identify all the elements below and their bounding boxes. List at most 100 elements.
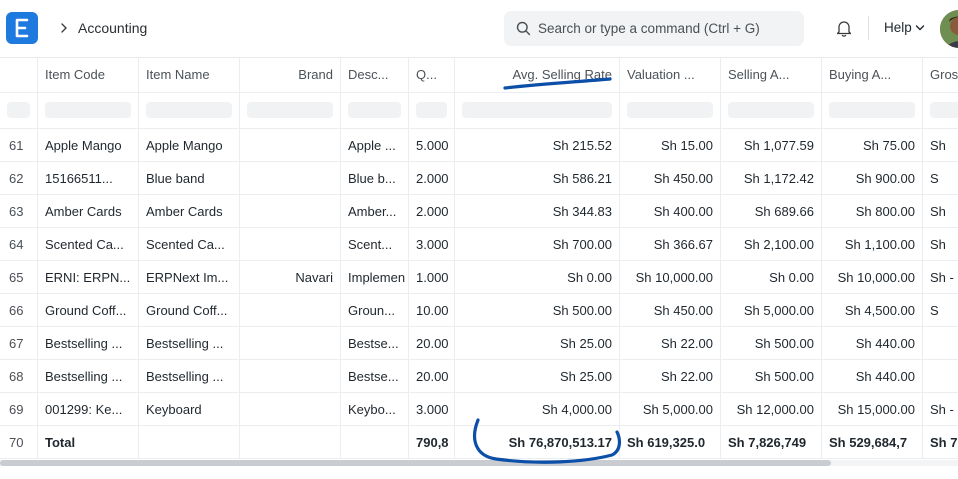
description-cell[interactable]: Groun... (341, 294, 409, 326)
avg-selling-rate-cell[interactable]: Sh 0.00 (455, 261, 620, 293)
filter-input[interactable] (416, 102, 447, 118)
search-bar[interactable] (504, 11, 804, 46)
avg-selling-rate-cell[interactable]: Sh 25.00 (455, 360, 620, 392)
filter-input[interactable] (146, 102, 232, 118)
description-cell[interactable]: Bestse... (341, 327, 409, 359)
chevron-down-icon[interactable] (915, 24, 925, 32)
table-row[interactable]: 64 Scented Ca... Scented Ca... Scent... 3.00… (0, 228, 958, 261)
column-header[interactable]: Item Code (38, 58, 139, 92)
item-code-cell[interactable]: Amber Cards (38, 195, 139, 227)
selling-amount-cell[interactable]: Sh 5,000.00 (721, 294, 822, 326)
filter-input[interactable] (930, 102, 958, 118)
gross-profit-cell[interactable]: Sh (923, 195, 958, 227)
gross-profit-cell[interactable] (923, 360, 958, 392)
item-name-cell[interactable]: Apple Mango (139, 129, 240, 161)
brand-cell[interactable] (240, 129, 341, 161)
breadcrumb-accounting[interactable]: Accounting (78, 20, 147, 36)
brand-cell[interactable] (240, 360, 341, 392)
item-code-cell[interactable]: Ground Coff... (38, 294, 139, 326)
filter-input[interactable] (829, 102, 915, 118)
table-row[interactable]: 68 Bestselling ... Bestselling ... Bestse..… (0, 360, 958, 393)
description-cell[interactable]: Implemen (341, 261, 409, 293)
gross-profit-cell[interactable]: S (923, 162, 958, 194)
description-cell[interactable]: Keybo... (341, 393, 409, 425)
table-row[interactable]: 69 001299: Ke... Keyboard Keybo... 3.000 Sh 4… (0, 393, 958, 426)
qty-cell[interactable]: 10.00 (409, 294, 455, 326)
qty-cell[interactable]: 2.000 (409, 195, 455, 227)
selling-amount-cell[interactable]: Sh 1,077.59 (721, 129, 822, 161)
buying-amount-cell[interactable]: Sh 15,000.00 (822, 393, 923, 425)
brand-cell[interactable] (240, 393, 341, 425)
item-name-cell[interactable]: Bestselling ... (139, 327, 240, 359)
item-code-cell[interactable]: Apple Mango (38, 129, 139, 161)
item-code-cell[interactable]: 15166511... (38, 162, 139, 194)
brand-cell[interactable] (240, 294, 341, 326)
description-cell[interactable]: Apple ... (341, 129, 409, 161)
filter-input[interactable] (7, 102, 30, 118)
item-code-cell[interactable]: ERNI: ERPN... (38, 261, 139, 293)
item-code-cell[interactable]: Scented Ca... (38, 228, 139, 260)
valuation-rate-cell[interactable]: Sh 400.00 (620, 195, 721, 227)
description-cell[interactable]: Bestse... (341, 360, 409, 392)
table-row[interactable]: 61 Apple Mango Apple Mango Apple ... 5.000 Sh… (0, 129, 958, 162)
selling-amount-cell[interactable]: Sh 2,100.00 (721, 228, 822, 260)
qty-cell[interactable]: 5.000 (409, 129, 455, 161)
item-name-cell[interactable]: Bestselling ... (139, 360, 240, 392)
buying-amount-cell[interactable]: Sh 900.00 (822, 162, 923, 194)
table-row[interactable]: 66 Ground Coff... Ground Coff... Groun... 10… (0, 294, 958, 327)
buying-amount-cell[interactable]: Sh 440.00 (822, 360, 923, 392)
column-header[interactable]: Q... (409, 58, 455, 92)
column-header[interactable]: Buying A... (822, 58, 923, 92)
item-name-cell[interactable]: Scented Ca... (139, 228, 240, 260)
notification-bell-icon[interactable] (834, 18, 854, 38)
avg-selling-rate-cell[interactable]: Sh 25.00 (455, 327, 620, 359)
qty-cell[interactable]: 20.00 (409, 327, 455, 359)
item-name-cell[interactable]: Keyboard (139, 393, 240, 425)
gross-profit-cell[interactable]: Sh - (923, 261, 958, 293)
selling-amount-cell[interactable]: Sh 1,172.42 (721, 162, 822, 194)
valuation-rate-cell[interactable]: Sh 450.00 (620, 294, 721, 326)
item-name-cell[interactable]: Blue band (139, 162, 240, 194)
buying-amount-cell[interactable]: Sh 4,500.00 (822, 294, 923, 326)
valuation-rate-cell[interactable]: Sh 22.00 (620, 327, 721, 359)
valuation-rate-cell[interactable]: Sh 5,000.00 (620, 393, 721, 425)
column-header[interactable]: Selling A... (721, 58, 822, 92)
description-cell[interactable]: Blue b... (341, 162, 409, 194)
valuation-rate-cell[interactable]: Sh 450.00 (620, 162, 721, 194)
filter-input[interactable] (247, 102, 333, 118)
description-cell[interactable]: Amber... (341, 195, 409, 227)
qty-cell[interactable]: 3.000 (409, 228, 455, 260)
search-input[interactable] (538, 11, 798, 46)
gross-profit-cell[interactable]: Sh - (923, 393, 958, 425)
selling-amount-cell[interactable]: Sh 500.00 (721, 327, 822, 359)
column-header[interactable]: Item Name (139, 58, 240, 92)
gross-profit-cell[interactable]: S (923, 294, 958, 326)
avg-selling-rate-cell[interactable]: Sh 700.00 (455, 228, 620, 260)
buying-amount-cell[interactable]: Sh 1,100.00 (822, 228, 923, 260)
horizontal-scrollbar-thumb[interactable] (0, 460, 831, 466)
avg-selling-rate-cell[interactable]: Sh 215.52 (455, 129, 620, 161)
brand-cell[interactable] (240, 228, 341, 260)
table-row[interactable]: 67 Bestselling ... Bestselling ... Bestse..… (0, 327, 958, 360)
app-logo-icon[interactable] (6, 12, 38, 44)
buying-amount-cell[interactable]: Sh 10,000.00 (822, 261, 923, 293)
filter-input[interactable] (627, 102, 713, 118)
avg-selling-rate-cell[interactable]: Sh 344.83 (455, 195, 620, 227)
item-code-cell[interactable]: Bestselling ... (38, 360, 139, 392)
qty-cell[interactable]: 1.000 (409, 261, 455, 293)
valuation-rate-cell[interactable]: Sh 15.00 (620, 129, 721, 161)
selling-amount-cell[interactable]: Sh 0.00 (721, 261, 822, 293)
item-code-cell[interactable]: Bestselling ... (38, 327, 139, 359)
valuation-rate-cell[interactable]: Sh 366.67 (620, 228, 721, 260)
brand-cell[interactable]: Navari (240, 261, 341, 293)
selling-amount-cell[interactable]: Sh 500.00 (721, 360, 822, 392)
item-name-cell[interactable]: Ground Coff... (139, 294, 240, 326)
table-row[interactable]: 62 15166511... Blue band Blue b... 2.000 Sh 5… (0, 162, 958, 195)
help-dropdown[interactable]: Help (884, 20, 912, 35)
item-name-cell[interactable]: ERPNext Im... (139, 261, 240, 293)
user-avatar[interactable] (940, 10, 958, 48)
gross-profit-cell[interactable] (923, 327, 958, 359)
filter-input[interactable] (45, 102, 131, 118)
column-header[interactable]: Desc... (341, 58, 409, 92)
buying-amount-cell[interactable]: Sh 75.00 (822, 129, 923, 161)
